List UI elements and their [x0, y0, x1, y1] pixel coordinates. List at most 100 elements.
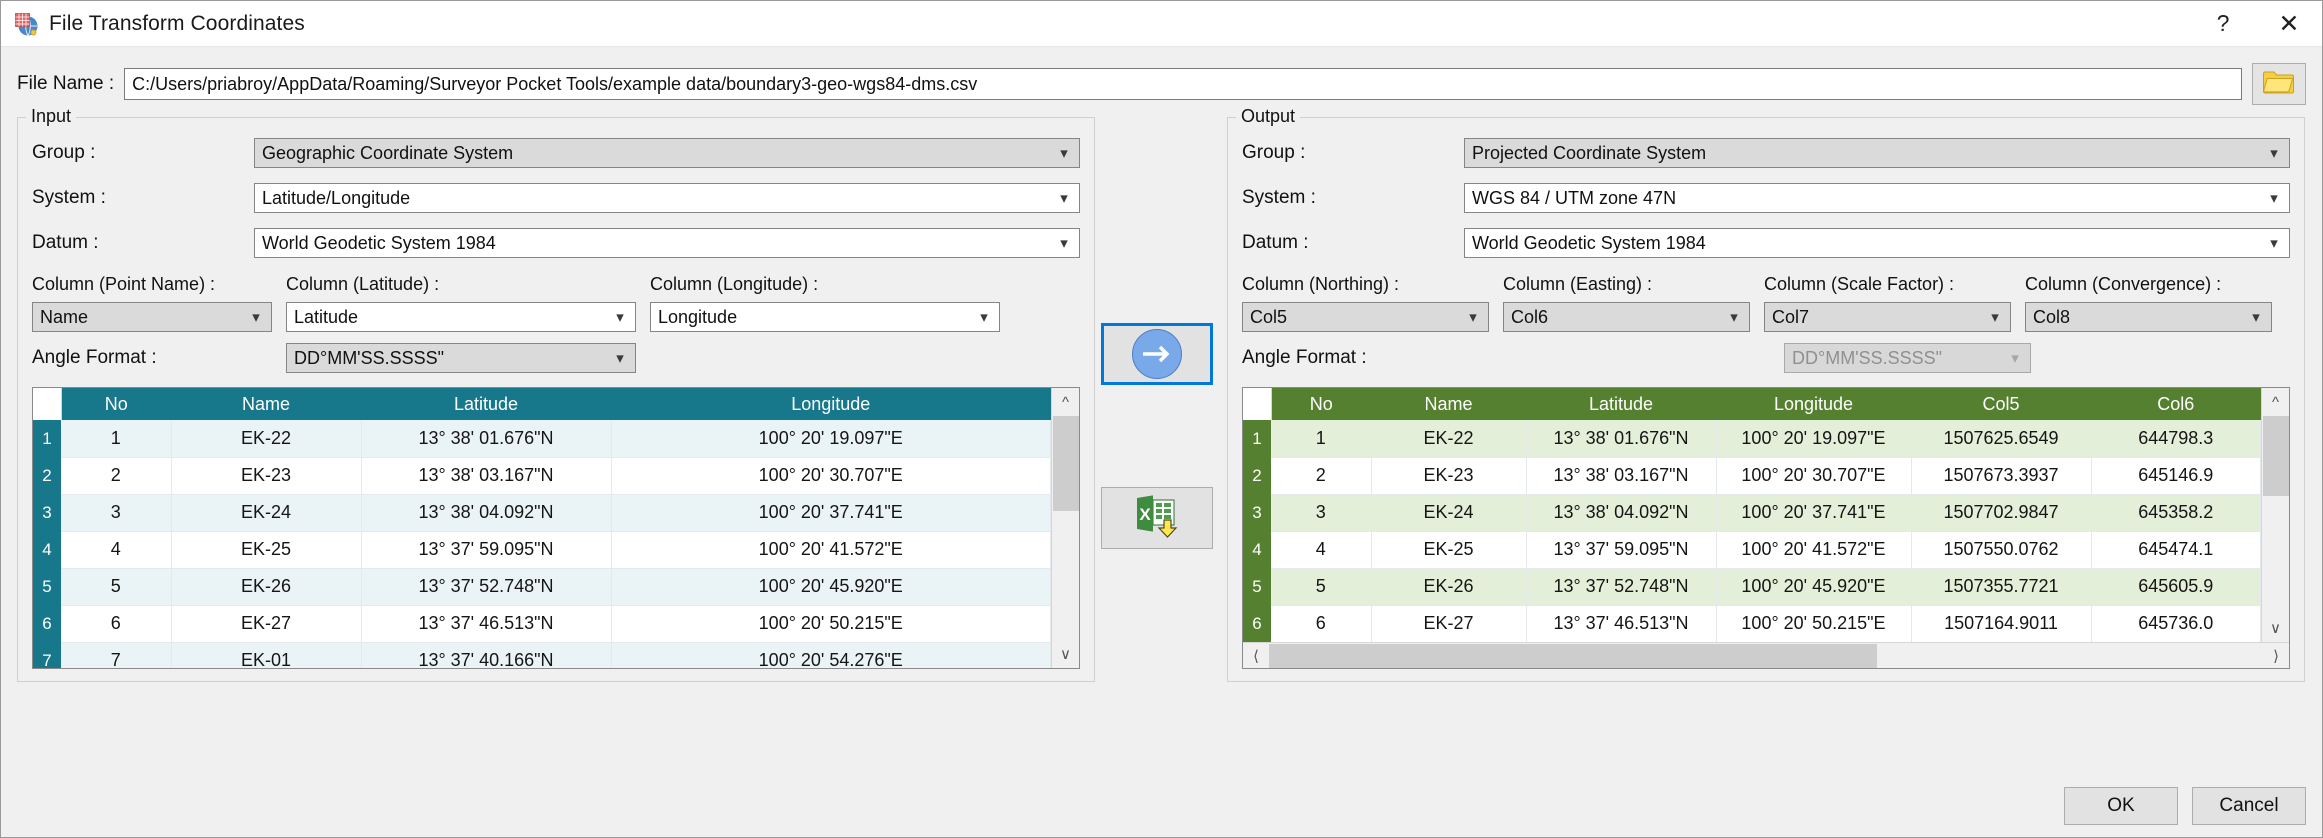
cell-no[interactable]: 6	[1271, 605, 1372, 642]
cell-col5[interactable]: 1507702.9847	[1911, 494, 2092, 532]
cell-name[interactable]: EK-26	[1371, 568, 1527, 606]
cell-name[interactable]: EK-25	[171, 531, 362, 569]
cancel-button[interactable]: Cancel	[2192, 787, 2306, 825]
cell-longitude[interactable]: 100° 20' 45.920"E	[1716, 568, 1912, 606]
cell-latitude[interactable]: 13° 38' 04.092"N	[1526, 494, 1717, 532]
scroll-track[interactable]	[2262, 416, 2290, 614]
output-col-header-col6[interactable]: Col6	[2091, 388, 2261, 420]
cell-no[interactable]: 1	[1271, 420, 1372, 458]
output-column-scalefactor-combo[interactable]: Col7 ▾	[1764, 302, 2011, 332]
transform-button[interactable]	[1101, 323, 1213, 385]
scroll-thumb[interactable]	[2262, 416, 2289, 496]
file-name-input[interactable]: C:/Users/priabroy/AppData/Roaming/Survey…	[124, 68, 2242, 100]
cell-name[interactable]: EK-23	[1371, 457, 1527, 495]
table-row[interactable]: 1 1 EK-22 13° 38' 01.676"N 100° 20' 19.0…	[1243, 420, 2261, 458]
table-row[interactable]: 3 3 EK-24 13° 38' 04.092"N 100° 20' 37.7…	[1243, 494, 2261, 532]
row-header[interactable]: 6	[33, 605, 61, 642]
cell-no[interactable]: 1	[61, 420, 172, 458]
cell-longitude[interactable]: 100° 20' 50.215"E	[611, 605, 1051, 643]
cell-col6[interactable]: 645605.9	[2091, 568, 2261, 606]
output-datum-combo[interactable]: World Geodetic System 1984 ▾	[1464, 228, 2290, 258]
input-datum-combo[interactable]: World Geodetic System 1984 ▾	[254, 228, 1080, 258]
cell-longitude[interactable]: 100° 20' 50.215"E	[1716, 605, 1912, 642]
cell-name[interactable]: EK-22	[171, 420, 362, 458]
table-row[interactable]: 6 6 EK-27 13° 37' 46.513"N 100° 20' 50.2…	[1243, 605, 2261, 642]
cell-latitude[interactable]: 13° 37' 40.166"N	[361, 642, 612, 668]
output-group-combo[interactable]: Projected Coordinate System ▾	[1464, 138, 2290, 168]
table-row[interactable]: 2 2 EK-23 13° 38' 03.167"N 100° 20' 30.7…	[1243, 457, 2261, 495]
cell-name[interactable]: EK-26	[171, 568, 362, 606]
cell-name[interactable]: EK-27	[1371, 605, 1527, 642]
cell-longitude[interactable]: 100° 20' 30.707"E	[1716, 457, 1912, 495]
cell-name[interactable]: EK-22	[1371, 420, 1527, 458]
scroll-track[interactable]	[1269, 643, 2263, 669]
cell-name[interactable]: EK-24	[1371, 494, 1527, 532]
input-column-latitude-combo[interactable]: Latitude ▾	[286, 302, 636, 332]
cell-latitude[interactable]: 13° 38' 01.676"N	[361, 420, 612, 458]
table-row[interactable]: 5 5 EK-26 13° 37' 52.748"N 100° 20' 45.9…	[1243, 568, 2261, 606]
cell-col6[interactable]: 645474.1	[2091, 531, 2261, 569]
cell-name[interactable]: EK-01	[171, 642, 362, 668]
cell-col6[interactable]: 645146.9	[2091, 457, 2261, 495]
cell-latitude[interactable]: 13° 37' 59.095"N	[361, 531, 612, 569]
scroll-left-icon[interactable]: ⟨	[1243, 647, 1269, 665]
row-header[interactable]: 2	[33, 457, 61, 494]
cell-latitude[interactable]: 13° 37' 46.513"N	[361, 605, 612, 643]
cell-latitude[interactable]: 13° 37' 46.513"N	[1526, 605, 1717, 642]
cell-longitude[interactable]: 100° 20' 37.741"E	[1716, 494, 1912, 532]
output-col-header-no[interactable]: No	[1271, 388, 1371, 420]
output-col-header-longitude[interactable]: Longitude	[1716, 388, 1911, 420]
cell-latitude[interactable]: 13° 37' 52.748"N	[1526, 568, 1717, 606]
cell-longitude[interactable]: 100° 20' 37.741"E	[611, 494, 1051, 532]
cell-col6[interactable]: 644798.3	[2091, 420, 2261, 458]
cell-latitude[interactable]: 13° 38' 01.676"N	[1526, 420, 1717, 458]
scroll-thumb[interactable]	[1269, 643, 1877, 668]
table-row[interactable]: 1 1 EK-22 13° 38' 01.676"N 100° 20' 19.0…	[33, 420, 1051, 458]
row-header[interactable]: 6	[1243, 605, 1271, 642]
table-row[interactable]: 3 3 EK-24 13° 38' 04.092"N 100° 20' 37.7…	[33, 494, 1051, 532]
scroll-right-icon[interactable]: ⟩	[2263, 647, 2289, 665]
input-table-vertical-scrollbar[interactable]: ^ ∨	[1051, 388, 1079, 668]
table-row[interactable]: 7 7 EK-01 13° 37' 40.166"N 100° 20' 54.2…	[33, 642, 1051, 668]
cell-col6[interactable]: 645736.0	[2091, 605, 2261, 642]
table-row[interactable]: 5 5 EK-26 13° 37' 52.748"N 100° 20' 45.9…	[33, 568, 1051, 606]
input-column-longitude-combo[interactable]: Longitude ▾	[650, 302, 1000, 332]
table-row[interactable]: 4 4 EK-25 13° 37' 59.095"N 100° 20' 41.5…	[1243, 531, 2261, 569]
browse-file-button[interactable]	[2252, 63, 2306, 105]
input-table-corner[interactable]	[33, 388, 62, 420]
row-header[interactable]: 5	[33, 568, 61, 605]
row-header[interactable]: 3	[1243, 494, 1271, 531]
cell-latitude[interactable]: 13° 38' 04.092"N	[361, 494, 612, 532]
cell-col6[interactable]: 645358.2	[2091, 494, 2261, 532]
input-angle-format-combo[interactable]: DD°MM'SS.SSSS" ▾	[286, 343, 636, 373]
cell-latitude[interactable]: 13° 37' 52.748"N	[361, 568, 612, 606]
cell-no[interactable]: 5	[61, 568, 172, 606]
cell-col5[interactable]: 1507164.9011	[1911, 605, 2092, 642]
scroll-down-icon[interactable]: ∨	[2262, 614, 2290, 642]
cell-no[interactable]: 4	[1271, 531, 1372, 569]
cell-col5[interactable]: 1507355.7721	[1911, 568, 2092, 606]
input-col-header-latitude[interactable]: Latitude	[361, 388, 611, 420]
cell-longitude[interactable]: 100° 20' 19.097"E	[1716, 420, 1912, 458]
output-col-header-col5[interactable]: Col5	[1911, 388, 2091, 420]
cell-no[interactable]: 5	[1271, 568, 1372, 606]
scroll-up-icon[interactable]: ^	[2262, 388, 2290, 416]
cell-no[interactable]: 4	[61, 531, 172, 569]
export-excel-button[interactable]: X	[1101, 487, 1213, 549]
cell-col5[interactable]: 1507550.0762	[1911, 531, 2092, 569]
row-header[interactable]: 1	[1243, 420, 1271, 457]
scroll-down-icon[interactable]: ∨	[1052, 640, 1080, 668]
cell-no[interactable]: 6	[61, 605, 172, 643]
cell-col5[interactable]: 1507625.6549	[1911, 420, 2092, 458]
cell-latitude[interactable]: 13° 37' 59.095"N	[1526, 531, 1717, 569]
output-table-horizontal-scrollbar[interactable]: ⟨ ⟩	[1243, 642, 2289, 668]
row-header[interactable]: 4	[33, 531, 61, 568]
row-header[interactable]: 4	[1243, 531, 1271, 568]
input-system-combo[interactable]: Latitude/Longitude ▾	[254, 183, 1080, 213]
cell-longitude[interactable]: 100° 20' 41.572"E	[1716, 531, 1912, 569]
input-group-combo[interactable]: Geographic Coordinate System ▾	[254, 138, 1080, 168]
table-row[interactable]: 4 4 EK-25 13° 37' 59.095"N 100° 20' 41.5…	[33, 531, 1051, 569]
scroll-track[interactable]	[1052, 416, 1080, 640]
cell-latitude[interactable]: 13° 38' 03.167"N	[361, 457, 612, 495]
output-col-header-name[interactable]: Name	[1371, 388, 1526, 420]
